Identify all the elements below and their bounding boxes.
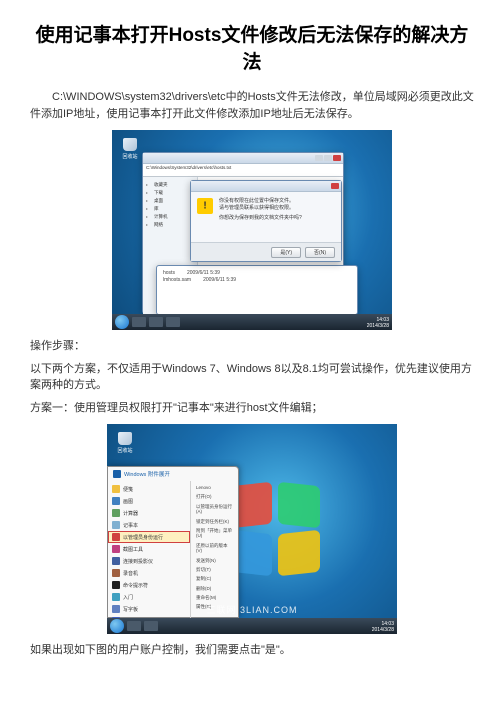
accessories-list: 便笺 画图 计算器 记事本 以管理员身份运行 截图工具 连接到投影仪 录音机 命… (108, 481, 191, 634)
menu-item[interactable]: 连接到投影仪 (108, 555, 190, 567)
page-title: 使用记事本打开Hosts文件修改后无法保存的解决方法 (30, 20, 474, 74)
menu-item-notepad[interactable]: 记事本 (108, 519, 190, 531)
note-1: 以下两个方案，不仅适用于Windows 7、Windows 8以及8.1均可尝试… (30, 361, 474, 394)
submenu-item[interactable]: 删除(D) (193, 584, 236, 593)
plan-1: 方案一：使用管理员权限打开"记事本"来进行host文件编辑； (30, 400, 474, 417)
menu-item[interactable]: 命令提示符 (108, 579, 190, 591)
start-menu: Windows 附件展开 便笺 画图 计算器 记事本 以管理员身份运行 截图工具… (107, 466, 239, 618)
screenshot-1: 回收站 C:\Windows\System32\drivers\etc\host… (112, 130, 392, 330)
recycle-bin-icon: 回收站 (115, 432, 135, 454)
yes-button[interactable]: 是(Y) (271, 247, 301, 258)
note-2: 如果出现如下图的用户账户控制，我们需要点击"是"。 (30, 642, 474, 659)
menu-item[interactable]: 便笺 (108, 483, 190, 495)
menu-item[interactable]: 截图工具 (108, 543, 190, 555)
taskbar: 14:03 2014/3/28 (107, 618, 397, 634)
no-button[interactable]: 否(N) (305, 247, 335, 258)
menu-item[interactable]: 入门 (108, 591, 190, 603)
menu-item[interactable]: 录音机 (108, 567, 190, 579)
submenu-item[interactable]: 发送到(N) (193, 556, 236, 565)
submenu-item[interactable]: 打开(O) (193, 492, 236, 501)
taskbar-clock: 14:03 2014/3/28 (372, 622, 394, 633)
menu-item[interactable]: 画图 (108, 495, 190, 507)
close-icon[interactable] (331, 183, 339, 189)
steps-label: 操作步骤： (30, 338, 474, 355)
submenu-item[interactable]: 复制(C) (193, 574, 236, 583)
submenu-item-admin[interactable]: 以管理员身份运行(A) (193, 502, 236, 517)
warning-icon (197, 198, 213, 214)
watermark: 三联网 3LIAN.COM (206, 603, 297, 616)
start-button[interactable] (110, 619, 124, 633)
submenu-item[interactable]: Lenovo (193, 483, 236, 492)
windows-logo (230, 484, 320, 574)
submenu-item[interactable]: 剪切(T) (193, 565, 236, 574)
dialog-line-2: 请与管理员联系以获得相应权限。 (219, 205, 302, 212)
screenshot-2: 回收站 Windows 附件展开 便笺 画图 计算器 记事本 以管理员身份运行 … (107, 424, 397, 634)
recycle-bin-icon: 回收站 (120, 138, 140, 160)
submenu-item[interactable]: 还原以前的版本(V) (193, 541, 236, 556)
watermark: 三联网 3LIAN.COM (206, 299, 297, 312)
start-menu-title: Windows 附件展开 (124, 470, 170, 478)
menu-item-run-as-admin[interactable]: 以管理员身份运行 (108, 531, 190, 543)
dialog-line-3: 你想改为保存到我的文档文件夹中吗? (219, 215, 302, 222)
save-error-dialog: 你没有权限在此位置中保存文件。 请与管理员联系以获得相应权限。 你想改为保存到我… (190, 180, 342, 262)
submenu-item[interactable]: 锁定到任务栏(K) (193, 517, 236, 526)
submenu-item[interactable]: 重命名(M) (193, 593, 236, 602)
menu-item[interactable]: 计算器 (108, 507, 190, 519)
start-button[interactable] (115, 315, 129, 329)
dialog-line-1: 你没有权限在此位置中保存文件。 (219, 198, 302, 205)
address-bar: C:\Windows\System32\drivers\etc\hosts.tx… (143, 164, 343, 177)
taskbar-clock: 14:03 2014/3/28 (367, 318, 389, 329)
submenu-item[interactable]: 附到「开始」菜单(U) (193, 526, 236, 541)
menu-item[interactable]: 写字板 (108, 603, 190, 615)
taskbar: 14:03 2014/3/28 (112, 314, 392, 330)
intro-paragraph: C:\WINDOWS\system32\drivers\etc中的Hosts文件… (30, 89, 474, 122)
